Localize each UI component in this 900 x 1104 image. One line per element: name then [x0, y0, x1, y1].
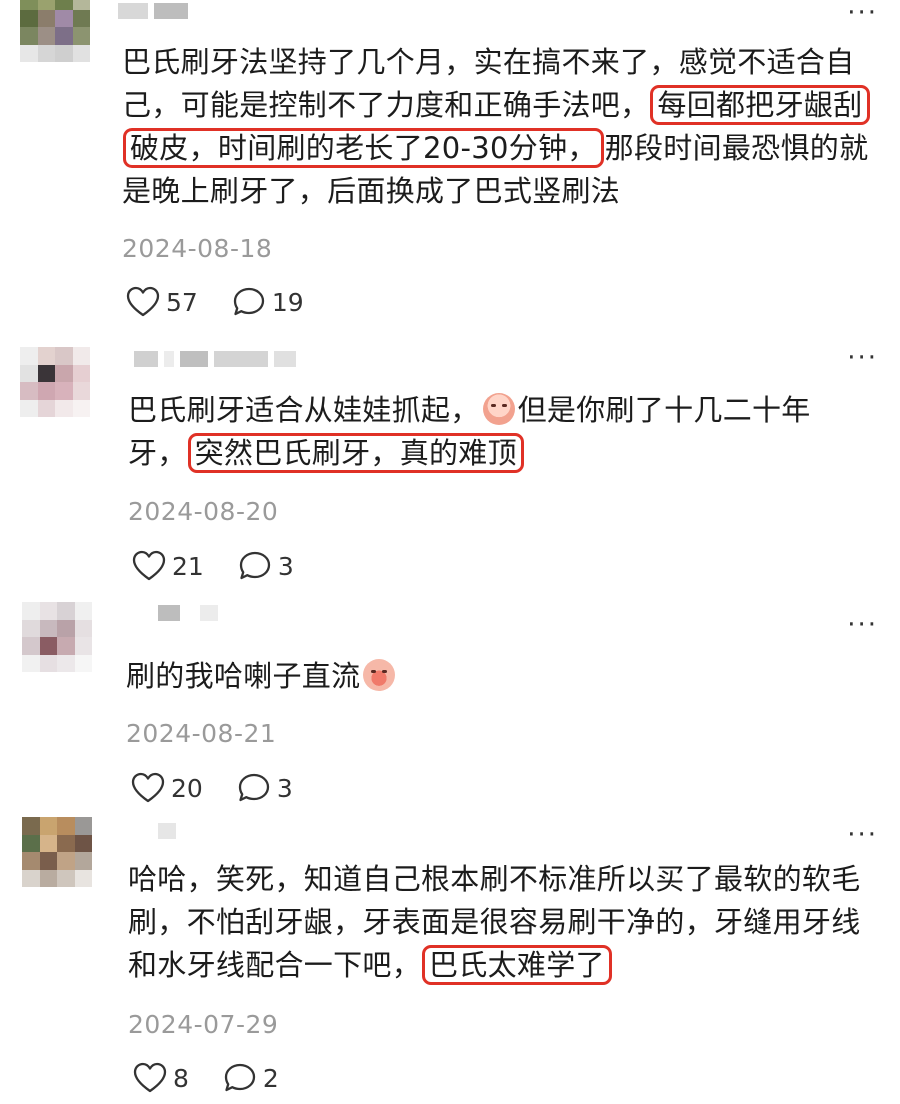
avatar[interactable]: [20, 0, 90, 62]
highlighted-text: 巴氏太难学了: [422, 945, 612, 985]
more-dots-icon[interactable]: ···: [847, 345, 878, 371]
comment-text: 巴氏刷牙适合从娃娃抓起， 但是你刷了十几二十年牙， 突然巴氏刷牙，真的难顶: [128, 389, 868, 475]
reply-count: 2: [262, 1063, 279, 1093]
comment-actions: 20 3: [131, 772, 327, 804]
reply-count: 3: [277, 551, 294, 581]
reply-count: 3: [276, 773, 293, 803]
comment-date: 2024-08-21: [126, 719, 277, 748]
avatar[interactable]: [22, 602, 92, 672]
username[interactable]: [134, 348, 296, 370]
comment-text: 哈哈，笑死，知道自己根本刷不标准所以买了最软的软毛刷，不怕刮牙龈，牙表面是很容易…: [128, 858, 878, 987]
reply-button[interactable]: 3: [238, 550, 294, 582]
heart-outline-icon: [126, 286, 160, 318]
more-dots-icon[interactable]: ···: [847, 822, 878, 848]
comment-actions: 8 2: [133, 1062, 313, 1094]
heart-outline-icon: [133, 1062, 167, 1094]
like-button[interactable]: 20: [131, 772, 203, 804]
avatar[interactable]: [22, 817, 92, 887]
comment-text: 巴氏刷牙法坚持了几个月，实在搞不来了，感觉不适合自己，可能是控制不了力度和正确手…: [122, 41, 882, 213]
comment-date: 2024-08-18: [122, 234, 273, 263]
like-button[interactable]: 8: [133, 1062, 189, 1094]
comment-date: 2024-07-29: [128, 1010, 279, 1039]
speech-bubble-outline-icon: [232, 286, 266, 318]
speech-bubble-outline-icon: [238, 550, 272, 582]
username[interactable]: [158, 602, 218, 624]
comment-date: 2024-08-20: [128, 497, 279, 526]
highlighted-text: 突然巴氏刷牙，真的难顶: [187, 433, 524, 473]
like-count: 20: [171, 773, 203, 803]
comment-actions: 57 19: [126, 286, 338, 318]
avatar[interactable]: [20, 347, 90, 417]
comment-text: 刷的我哈喇子直流: [126, 655, 886, 698]
like-count: 21: [172, 551, 204, 581]
heart-outline-icon: [131, 772, 165, 804]
username[interactable]: [118, 0, 188, 22]
like-button[interactable]: 21: [132, 550, 204, 582]
heart-outline-icon: [132, 550, 166, 582]
drooling-face-emoji: [363, 659, 396, 691]
like-count: 57: [166, 287, 198, 317]
username[interactable]: [158, 820, 176, 842]
reply-button[interactable]: 3: [237, 772, 293, 804]
comment-actions: 21 3: [132, 550, 328, 582]
like-button[interactable]: 57: [126, 286, 198, 318]
reply-count: 19: [271, 287, 304, 317]
like-count: 8: [173, 1063, 189, 1093]
speech-bubble-outline-icon: [237, 772, 271, 804]
crying-face-emoji: [482, 393, 515, 425]
speech-bubble-outline-icon: [223, 1062, 257, 1094]
comment-text-segment: 刷的我哈喇子直流: [126, 659, 361, 693]
more-dots-icon[interactable]: ···: [847, 0, 878, 26]
reply-button[interactable]: 2: [223, 1062, 279, 1094]
comment-text-segment: 巴氏刷牙适合从娃娃抓起，: [128, 393, 480, 427]
reply-button[interactable]: 19: [232, 286, 304, 318]
more-dots-icon[interactable]: ···: [847, 612, 878, 638]
